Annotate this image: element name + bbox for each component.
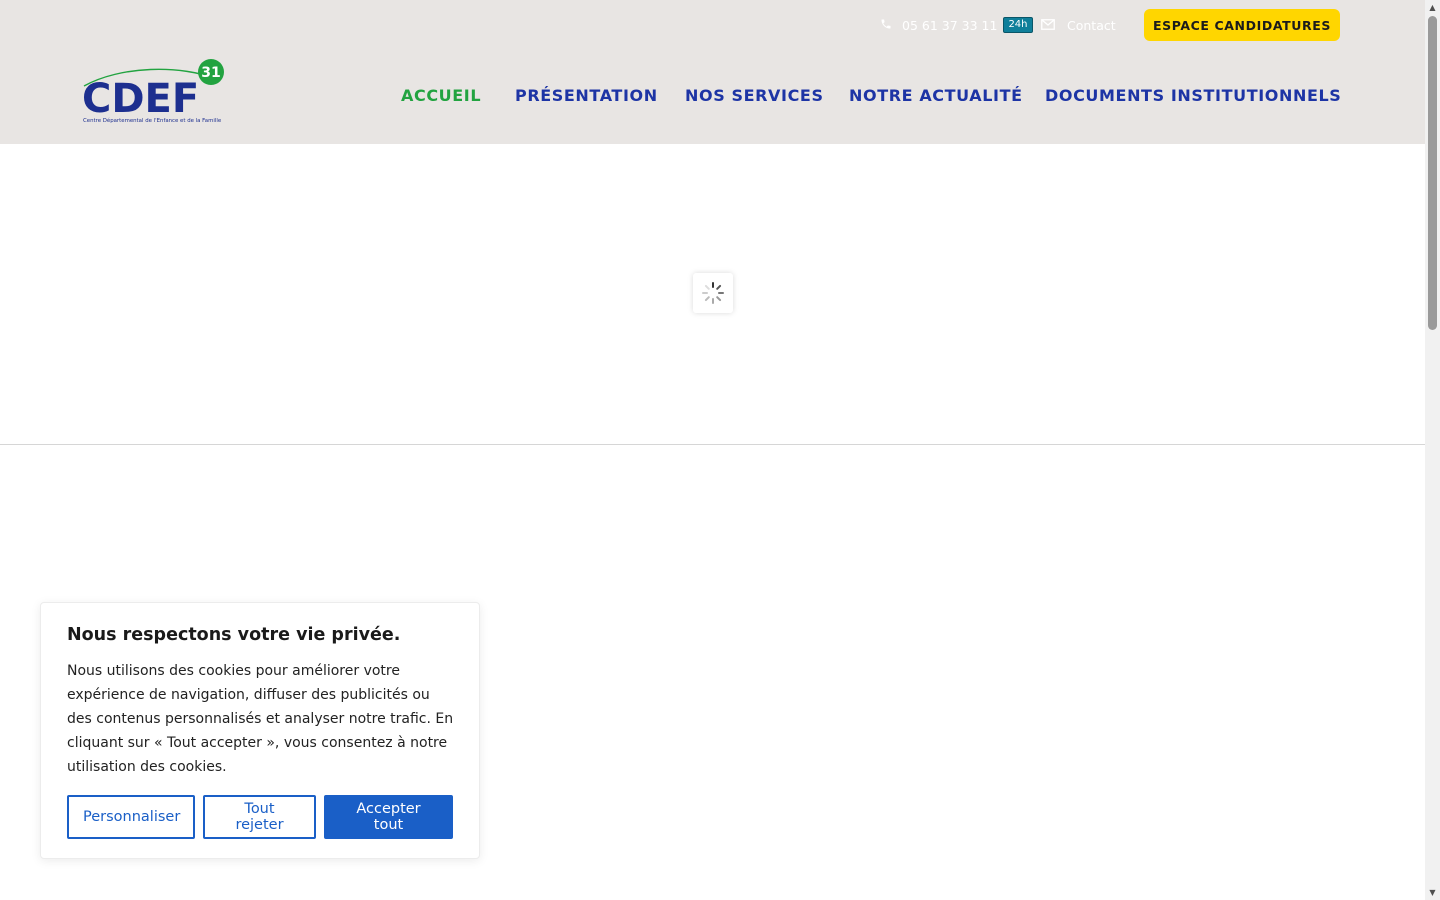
chevron-up-icon[interactable]: ▲ <box>1425 0 1440 15</box>
topbar-contact[interactable]: Contact <box>1041 15 1116 35</box>
page-scrollbar[interactable]: ▲ ▼ <box>1425 0 1440 900</box>
logo-number: 31 <box>201 65 220 81</box>
phone-icon <box>880 18 892 33</box>
scrollbar-thumb[interactable] <box>1428 16 1437 330</box>
cookie-text: Nous utilisons des cookies pour améliore… <box>67 663 454 775</box>
hero-slider-area <box>0 144 1425 445</box>
logo-tagline: Centre Départemental de l'Enfance et de … <box>83 117 222 124</box>
nav-item-documents-institutionnels[interactable]: DOCUMENTS INSTITUTIONNELS <box>1045 86 1341 105</box>
chevron-down-icon[interactable]: ▼ <box>1425 885 1440 900</box>
phone-number[interactable]: 05 61 37 33 11 <box>902 18 997 33</box>
accept-all-button[interactable]: Accepter tout <box>324 795 453 839</box>
phone-badge: 24h <box>1003 17 1033 33</box>
nav-item-accueil[interactable]: ACCUEIL <box>401 86 481 105</box>
nav-item-notre-actualite[interactable]: NOTRE ACTUALITÉ <box>849 86 1023 105</box>
nav-item-presentation[interactable]: PRÉSENTATION <box>515 86 658 105</box>
logo-text: CDEF <box>82 76 199 122</box>
cookie-title: Nous respectons votre vie privée. <box>67 625 401 645</box>
espace-candidatures-button[interactable]: ESPACE CANDIDATURES <box>1144 9 1340 41</box>
mail-icon <box>1041 18 1055 33</box>
site-header: 05 61 37 33 11 24h Contact ESPACE CANDID… <box>0 0 1425 144</box>
customize-button[interactable]: Personnaliser <box>67 795 195 839</box>
site-logo[interactable]: CDEF 31 Centre Départemental de l'Enfanc… <box>80 56 230 128</box>
loading-spinner <box>693 273 733 313</box>
topbar-phone[interactable]: 05 61 37 33 11 24h <box>880 15 1033 35</box>
cookie-consent-banner: Nous respectons votre vie privée. Nous u… <box>40 602 480 859</box>
reject-all-button[interactable]: Tout rejeter <box>203 795 316 839</box>
cookie-buttons: Personnaliser Tout rejeter Accepter tout <box>67 795 453 839</box>
loading-spinner-icon <box>702 282 724 304</box>
nav-item-nos-services[interactable]: NOS SERVICES <box>685 86 824 105</box>
contact-link[interactable]: Contact <box>1067 18 1116 33</box>
